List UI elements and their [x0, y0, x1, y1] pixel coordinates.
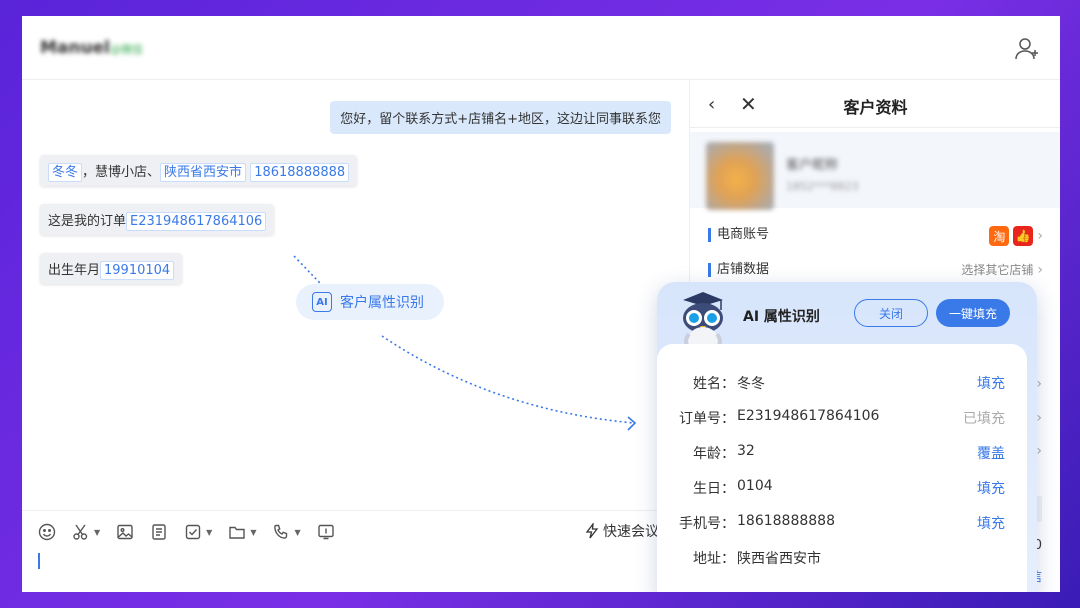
chevron-down-icon[interactable]: ▼ [94, 528, 100, 537]
quick-meeting-button[interactable]: 快速会议 [585, 521, 659, 541]
highlight-birth[interactable]: 19910104 [100, 261, 175, 280]
chevron-down-icon[interactable]: ▼ [250, 528, 256, 537]
chat-area: 您好，留个联系方式+店铺名+地区，这边让同事联系您 冬冬 ，慧博小店、 陕西省西安市… [22, 80, 689, 510]
app-window: Manuel @微信 您好，留个联系方式+店铺名+地区，这边让同事联系您 冬冬，… [22, 16, 1060, 592]
row-right-text: 选择其它店铺 [961, 263, 1034, 277]
ai-chip-label: 客户属性识别 [340, 295, 424, 311]
field-key: 姓名： [693, 376, 735, 392]
fill-all-button[interactable]: 一键填充 [936, 299, 1010, 327]
quick-meeting-label: 快速会议 [603, 524, 659, 540]
highlight-order[interactable]: E231948617864106 [126, 212, 267, 231]
phone-icon[interactable] [272, 523, 290, 541]
field-name: 姓名： 冬冬 填充 [657, 370, 1027, 394]
chevron-right-icon[interactable]: › [1036, 410, 1042, 426]
field-value: 32 [737, 443, 755, 459]
taobao-icon: 淘 [989, 226, 1010, 246]
scissors-icon[interactable] [72, 523, 90, 541]
image-icon[interactable] [116, 523, 134, 541]
field-key: 年龄： [693, 446, 735, 462]
chevron-down-icon[interactable]: ▼ [206, 528, 212, 537]
chevron-right-icon[interactable]: › [1036, 376, 1042, 392]
field-key: 地址： [693, 551, 735, 567]
outgoing-message: 您好，留个联系方式+店铺名+地区，这边让同事联系您 [330, 101, 671, 134]
row-label: 店铺数据 [708, 263, 769, 277]
ai-card-title: AI 属性识别 [743, 309, 820, 325]
ai-attribute-card: AI 属性识别 关闭 一键填充 姓名： 冬冬 填充 订单号： E23194861… [657, 282, 1037, 592]
fill-button[interactable]: 填充 [977, 513, 1005, 533]
field-value: 0104 [737, 478, 773, 494]
incoming-message-contact: 冬冬 ，慧博小店、 陕西省西安市 18618888888 [40, 155, 358, 186]
ai-attribute-chip[interactable]: AI 客户属性识别 [296, 284, 444, 320]
highlight-region[interactable]: 陕西省西安市 [160, 163, 247, 182]
field-order: 订单号： E231948617864106 已填充 [657, 405, 1027, 429]
filled-status: 已填充 [963, 411, 1005, 427]
folder-icon[interactable] [228, 523, 246, 541]
profile-summary: 客户昵称 1852***8823 [690, 132, 1060, 210]
row-right: 淘 👍 › [989, 226, 1043, 246]
row-ecommerce-account[interactable]: 电商账号 淘 👍 › [690, 222, 1060, 250]
field-birthday: 生日： 0104 填充 [657, 475, 1027, 499]
profile-name: 客户昵称 [786, 158, 839, 173]
field-age: 年龄： 32 覆盖 [657, 440, 1027, 464]
panel-title: 客户资料 [843, 98, 908, 117]
field-value: 冬冬 [737, 376, 765, 392]
ai-fields-list: 姓名： 冬冬 填充 订单号： E231948617864106 已填充 年龄： … [657, 344, 1027, 592]
fill-button[interactable]: 填充 [977, 478, 1005, 498]
chevron-right-icon[interactable]: › [1036, 443, 1042, 459]
panel-header: ‹ ✕ 客户资料 [690, 80, 1060, 128]
chat-header: Manuel @微信 [22, 16, 1060, 80]
ai-icon: AI [312, 292, 332, 312]
field-address: 地址： 陕西省西安市 [657, 545, 1027, 569]
row-label: 电商账号 [708, 228, 769, 242]
document-icon[interactable] [150, 523, 168, 541]
chevron-right-icon: › [1037, 228, 1043, 244]
message-input-area[interactable]: ▼ ▼ ▼ ▼ 快速会议 [22, 510, 689, 592]
row-shop-data[interactable]: 店铺数据 选择其它店铺 › [690, 257, 1060, 285]
text-cursor [38, 553, 40, 569]
message-text: 这是我的订单 [48, 214, 127, 229]
avatar [706, 142, 774, 210]
overwrite-button[interactable]: 覆盖 [977, 443, 1005, 463]
checkbox-icon[interactable] [184, 523, 202, 541]
highlight-name[interactable]: 冬冬 [48, 163, 83, 182]
chevron-right-icon: › [1037, 261, 1043, 278]
input-toolbar: ▼ ▼ ▼ ▼ [38, 521, 335, 543]
screen-share-icon[interactable] [317, 523, 335, 541]
lightning-icon [585, 523, 599, 539]
chevron-down-icon[interactable]: ▼ [294, 528, 300, 537]
close-button[interactable]: 关闭 [854, 299, 928, 327]
field-key: 手机号： [679, 516, 735, 532]
message-text: ，慧博小店、 [82, 165, 161, 180]
highlight-phone[interactable]: 18618888888 [250, 163, 350, 182]
field-key: 订单号： [679, 411, 735, 427]
contact-name: Manuel [40, 38, 110, 58]
contact-tag: @微信 [110, 43, 143, 56]
field-key: 生日： [693, 481, 735, 497]
douyin-icon: 👍 [1013, 226, 1034, 246]
incoming-message-order: 这是我的订单 E231948617864106 [40, 204, 275, 235]
field-value: 18618888888 [737, 513, 835, 529]
add-user-icon[interactable] [1014, 36, 1040, 62]
profile-id: 1852***8823 [786, 180, 859, 193]
message-text: 出生年月 [48, 263, 101, 278]
incoming-message-birth: 出生年月 19910104 [40, 253, 183, 284]
emoji-icon[interactable] [38, 523, 56, 541]
field-value: 陕西省西安市 [737, 551, 821, 567]
row-right: 选择其它店铺 › [961, 261, 1043, 278]
field-value: E231948617864106 [737, 408, 880, 424]
fill-button[interactable]: 填充 [977, 373, 1005, 393]
field-phone: 手机号： 18618888888 填充 [657, 510, 1027, 534]
